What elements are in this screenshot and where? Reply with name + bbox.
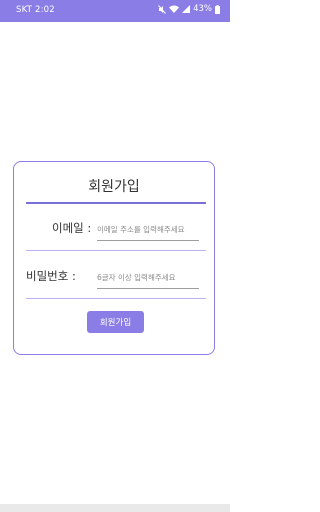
email-label: 이메일 :	[52, 221, 92, 235]
signal-icon	[182, 5, 191, 13]
wifi-icon	[169, 5, 180, 13]
status-carrier-time: SKT 2:02	[16, 5, 55, 15]
title-divider	[26, 202, 206, 204]
signup-card: 회원가입 이메일 : 비밀번호 : 회원가입	[13, 161, 215, 355]
password-field[interactable]	[97, 270, 199, 289]
signup-button[interactable]: 회원가입	[87, 311, 144, 333]
email-row-divider	[26, 250, 206, 251]
password-label: 비밀번호 :	[26, 269, 76, 283]
battery-icon	[215, 4, 220, 14]
password-row-divider	[26, 298, 206, 299]
mute-icon	[158, 4, 166, 14]
email-field[interactable]	[97, 222, 199, 241]
navigation-bar	[0, 504, 230, 512]
status-bar: SKT 2:02 43%	[0, 0, 230, 22]
status-icons: 43%	[158, 4, 220, 14]
signup-title: 회원가입	[88, 179, 140, 195]
battery-percent: 43%	[193, 4, 212, 14]
